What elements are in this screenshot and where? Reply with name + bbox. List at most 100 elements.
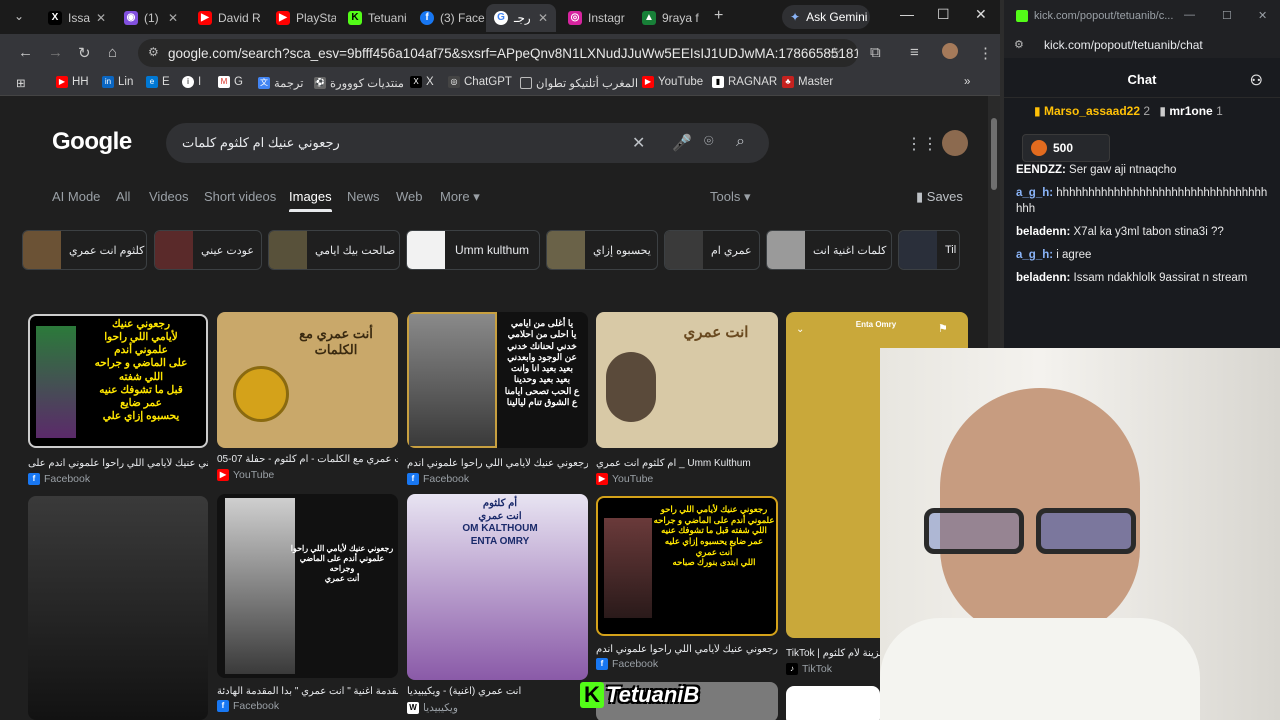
close-icon[interactable]: ✕: [705, 11, 706, 25]
result-caption[interactable]: TikTok | حزينة لأم كلثوم: [786, 648, 880, 659]
result-caption[interactable]: انت عمري (اغنية) - ويكيبيديا: [407, 686, 588, 697]
chat-message[interactable]: beladenn: X7al ka y3ml tabon stina3i ??: [1016, 224, 1270, 240]
filter-web[interactable]: Web: [396, 189, 423, 204]
new-tab-icon[interactable]: +: [714, 7, 723, 25]
image-result[interactable]: رجعوني عنيك لأيامي اللي راحوا علموني أند…: [217, 494, 398, 678]
gifter-item[interactable]: ▮ Marso_assaad22 2: [1034, 104, 1150, 118]
result-source[interactable]: ▶ YouTube: [217, 469, 274, 481]
ask-gemini-button[interactable]: ✦ Ask Gemini: [782, 5, 870, 29]
tab-search-icon[interactable]: ⌄: [14, 9, 24, 23]
popout-url-bar[interactable]: ⚙ kick.com/popout/tetuanib/chat: [1004, 34, 1280, 58]
lens-icon[interactable]: ⌾: [704, 133, 714, 151]
filter-images[interactable]: Images: [289, 189, 332, 212]
gifter-item[interactable]: ▮ mr1one 1: [1159, 104, 1222, 118]
tab-youtube-david[interactable]: ▶ David R: [190, 4, 266, 32]
apps-icon[interactable]: ⊞: [16, 76, 26, 90]
result-caption[interactable]: كل - رجعوني عنيك لأيامي اللي راحوا علمون…: [596, 644, 778, 655]
image-result[interactable]: [786, 686, 880, 720]
home-icon[interactable]: ⌂: [108, 44, 117, 61]
close-icon[interactable]: ✕: [96, 11, 106, 25]
filter-ai-mode[interactable]: AI Mode: [52, 189, 100, 204]
result-source[interactable]: ▶ YouTube: [596, 473, 653, 485]
chat-username[interactable]: a_g_h:: [1016, 187, 1053, 199]
chip-item[interactable]: كلمات اغنية انت: [766, 230, 892, 270]
mic-icon[interactable]: 🎤: [672, 133, 692, 153]
result-source[interactable]: f Facebook: [596, 658, 658, 670]
image-result[interactable]: أنت عمري مع الكلمات: [217, 312, 398, 448]
bookmark-gmail[interactable]: MG: [218, 76, 243, 88]
flag-icon[interactable]: ⚑: [938, 322, 948, 335]
bookmark-hh[interactable]: ▶ HH: [56, 76, 89, 88]
result-caption[interactable]: رجعوني عنيك لأيامي اللي راحوا علموني أند…: [28, 458, 208, 469]
image-result[interactable]: يا أغلى من ايامي يا احلى من احلامي خدني …: [407, 312, 588, 448]
search-icon[interactable]: ⌕: [736, 133, 745, 151]
profile-avatar[interactable]: [942, 43, 958, 59]
filter-news[interactable]: News: [347, 189, 380, 204]
image-result[interactable]: رجعوني عنيك لأيامي اللي راحوا علموني أند…: [28, 314, 208, 448]
result-caption[interactable]: ام كلثوم انت عمري _ Umm Kulthum: [596, 458, 778, 469]
clear-search-icon[interactable]: ✕: [632, 133, 645, 153]
tab-facebook[interactable]: f (3) Face: [412, 4, 486, 32]
chip-item[interactable]: كلثوم انت عمري: [22, 230, 147, 270]
reload-icon[interactable]: ↻: [78, 44, 91, 62]
tab-github[interactable]: ◉ (1) ✕: [116, 4, 186, 32]
close-icon[interactable]: ✕: [168, 11, 178, 25]
result-source[interactable]: f Facebook: [217, 700, 279, 712]
filter-more[interactable]: More ▾: [440, 189, 480, 205]
result-caption[interactable]: تحليل مقدمة أغنية " انت عمري " بدأ المقد…: [217, 686, 398, 697]
chevron-down-icon[interactable]: ⌄: [796, 324, 804, 335]
bookmark-translate[interactable]: 文 ترجمة: [258, 76, 303, 90]
filter-videos[interactable]: Videos: [149, 189, 189, 204]
image-result[interactable]: [28, 496, 208, 720]
close-icon[interactable]: ✕: [538, 11, 548, 25]
image-result[interactable]: رجعوني عنيك لأيامي اللي راحو علموني أندم…: [596, 496, 778, 636]
bookmark-i[interactable]: iI: [182, 76, 201, 88]
filter-all[interactable]: All: [116, 189, 130, 204]
menu-icon[interactable]: ⋮: [978, 44, 993, 62]
google-apps-icon[interactable]: ⋮⋮: [906, 134, 938, 154]
chat-username[interactable]: beladenn:: [1016, 226, 1070, 238]
chip-item[interactable]: صالحت بيك ايامي: [268, 230, 400, 270]
chip-item[interactable]: Umm kulthum: [406, 230, 540, 270]
bookmark-e[interactable]: eE: [146, 76, 170, 88]
chat-username[interactable]: EENDZZ:: [1016, 164, 1066, 176]
tab-instagram[interactable]: ◎ Instagr: [560, 4, 632, 32]
minimize-icon[interactable]: —: [900, 6, 914, 22]
search-box[interactable]: رجعوني عنيك ام كلثوم كلمات ✕ 🎤 ⌾ ⌕: [166, 123, 769, 163]
scrollbar-thumb[interactable]: [991, 118, 997, 190]
bookmark-linkedin[interactable]: in Lin: [102, 76, 133, 88]
maximize-icon[interactable]: ☐: [1222, 9, 1232, 22]
forward-icon[interactable]: →: [48, 44, 63, 61]
media-icon[interactable]: ≡: [910, 44, 919, 61]
bookmark-x[interactable]: XX: [410, 76, 434, 88]
account-avatar[interactable]: [942, 130, 968, 156]
maximize-icon[interactable]: ☐: [937, 6, 950, 23]
address-bar[interactable]: ⚙ google.com/search?sca_esv=9bfff456a104…: [138, 39, 858, 67]
site-info-icon[interactable]: ⚙: [148, 45, 159, 59]
users-icon[interactable]: ⚇: [1250, 62, 1263, 98]
tab-youtube-playstation[interactable]: ▶ PlaySta: [268, 4, 336, 32]
result-source[interactable]: W ويكيبيديا: [407, 702, 458, 714]
tab-google-active[interactable]: G رجـ ✕: [486, 4, 556, 32]
chat-message[interactable]: beladenn: Issam ndakhlolk 9assirat n str…: [1016, 270, 1270, 286]
result-caption[interactable]: كل - رجعوني عنيك لأيامي اللي راحوا علمون…: [407, 458, 588, 469]
pinned-kicks[interactable]: 500: [1022, 134, 1110, 162]
close-window-icon[interactable]: ✕: [1258, 9, 1267, 22]
image-result[interactable]: انت عمري: [596, 312, 778, 448]
chat-message[interactable]: a_g_h: hhhhhhhhhhhhhhhhhhhhhhhhhhhhhhhhh…: [1016, 185, 1270, 217]
image-result[interactable]: أم كلثوم انت عمري OM KALTHOUM ENTA OMRY: [407, 494, 588, 680]
bookmark-star-icon[interactable]: ☆: [828, 44, 841, 62]
bookmark-folder-maghreb[interactable]: المغرب أتلتيكو تطوان: [520, 76, 638, 90]
bookmark-kooora[interactable]: ⚽ منتديات كووورة: [314, 76, 404, 90]
result-source[interactable]: f Facebook: [28, 473, 90, 485]
chat-message[interactable]: a_g_h: i agree: [1016, 247, 1270, 263]
bookmark-master[interactable]: ♣ Master: [782, 76, 833, 88]
chat-username[interactable]: beladenn:: [1016, 272, 1070, 284]
tab-kick-tetuani[interactable]: K Tetuani: [340, 4, 410, 32]
tab-issa[interactable]: X Issa ✕: [40, 4, 114, 32]
chip-item[interactable]: عودت عيني: [154, 230, 262, 270]
chip-item[interactable]: Til: [898, 230, 960, 270]
more-bookmarks-icon[interactable]: »: [964, 76, 970, 88]
result-source[interactable]: ♪ TikTok: [786, 663, 832, 675]
google-logo[interactable]: Google: [52, 128, 132, 156]
